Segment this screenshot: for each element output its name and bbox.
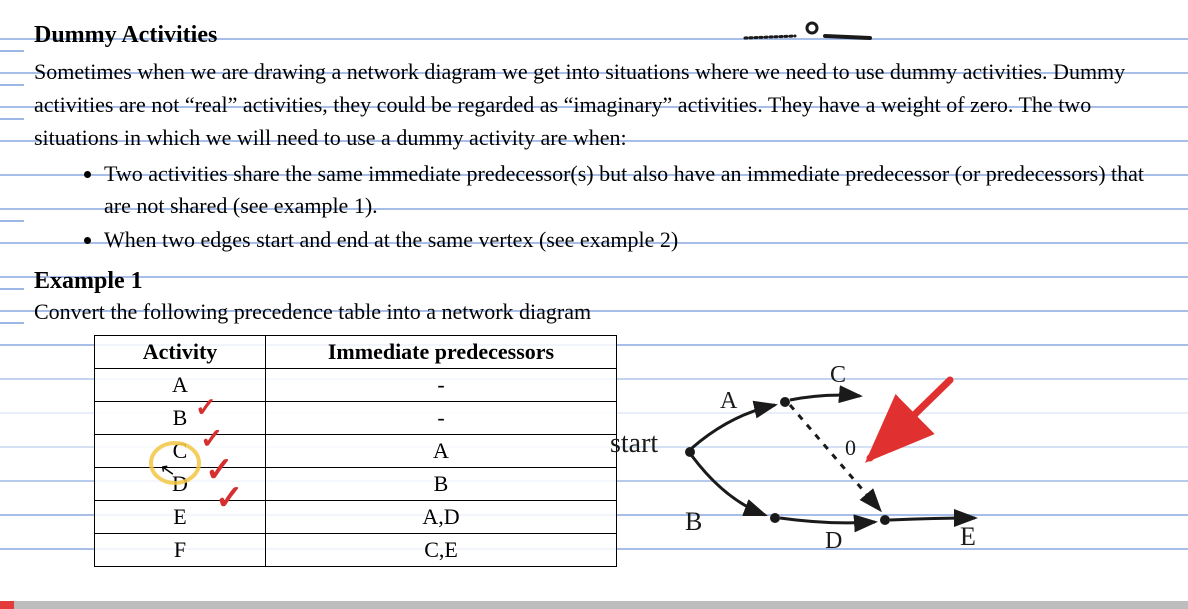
cell-activity: A — [95, 369, 266, 402]
table-row: B - — [95, 402, 617, 435]
progress-bar[interactable] — [0, 601, 1188, 609]
cell-pred: - — [266, 369, 617, 402]
precedence-table: Activity Immediate predecessors A - B - … — [94, 335, 617, 567]
cell-activity: B — [95, 402, 266, 435]
cell-activity: D — [95, 468, 266, 501]
col-header-predecessors: Immediate predecessors — [266, 336, 617, 369]
cell-activity: F — [95, 534, 266, 567]
section-title: Dummy Activities — [34, 22, 1158, 49]
bullet-list: Two activities share the same immediate … — [34, 158, 1158, 256]
table-row: E A,D — [95, 501, 617, 534]
cell-pred: C,E — [266, 534, 617, 567]
table-row: D B — [95, 468, 617, 501]
page-root: { "title": "Dummy Activities", "para": "… — [0, 0, 1188, 609]
cell-activity: C — [95, 435, 266, 468]
cell-activity: E — [95, 501, 266, 534]
example-subtitle: Convert the following precedence table i… — [34, 299, 1158, 325]
cell-pred: - — [266, 402, 617, 435]
cell-pred: A — [266, 435, 617, 468]
table-row: A - — [95, 369, 617, 402]
table-row: C A — [95, 435, 617, 468]
content-block: Dummy Activities Sometimes when we are d… — [0, 0, 1188, 567]
col-header-activity: Activity — [95, 336, 266, 369]
intro-paragraph: Sometimes when we are drawing a network … — [34, 55, 1158, 154]
cell-pred: B — [266, 468, 617, 501]
table-header-row: Activity Immediate predecessors — [95, 336, 617, 369]
table-row: F C,E — [95, 534, 617, 567]
bullet-2: When two edges start and end at the same… — [104, 224, 1158, 256]
cell-pred: A,D — [266, 501, 617, 534]
bullet-1: Two activities share the same immediate … — [104, 158, 1158, 222]
example-title: Example 1 — [34, 268, 1158, 295]
progress-played — [0, 601, 14, 609]
